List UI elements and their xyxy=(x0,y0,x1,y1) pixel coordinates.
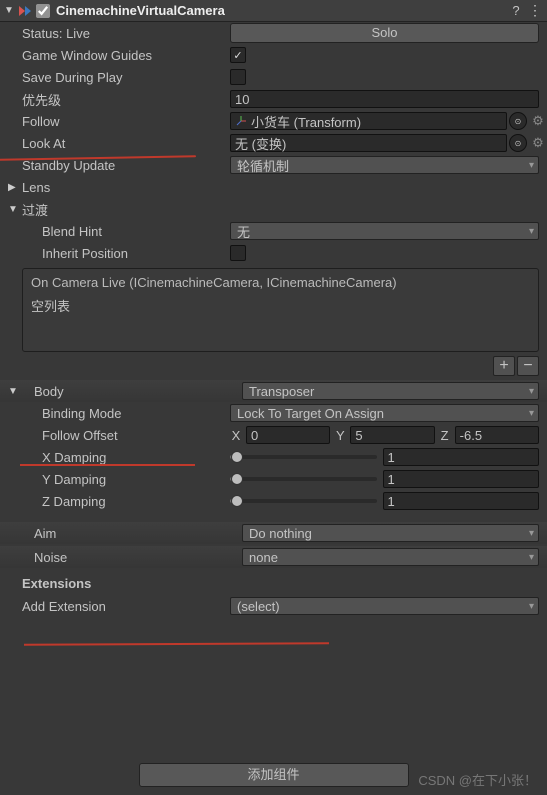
add-component-button[interactable]: 添加组件 xyxy=(139,763,409,787)
help-icon[interactable]: ? xyxy=(507,3,525,18)
status-row: Status: Live Solo xyxy=(0,22,547,44)
xdamp-label: X Damping xyxy=(0,450,230,465)
blendhint-label: Blend Hint xyxy=(0,224,230,239)
xdamp-value-input[interactable]: 1 xyxy=(383,448,540,466)
cinemachine-icon xyxy=(16,3,32,19)
zdamp-label: Z Damping xyxy=(0,494,230,509)
priority-label: 优先级 xyxy=(0,90,230,109)
inherit-label: Inherit Position xyxy=(0,246,230,261)
aim-dropdown[interactable]: Do nothing xyxy=(242,524,539,542)
offset-z-input[interactable]: -6.5 xyxy=(455,426,539,444)
aim-section-head: ▼ Aim Do nothing xyxy=(0,522,547,544)
add-extension-label: Add Extension xyxy=(0,599,230,614)
ydamp-row: Y Damping 1 xyxy=(0,468,547,490)
noise-dropdown[interactable]: none xyxy=(242,548,539,566)
lens-foldout[interactable]: ▶ xyxy=(8,182,20,193)
event-box: On Camera Live (ICinemachineCamera, ICin… xyxy=(22,268,539,352)
inherit-checkbox[interactable] xyxy=(230,245,246,261)
axis-y-label: Y xyxy=(334,428,346,443)
lookat-gear-icon[interactable]: ⚙ xyxy=(529,135,547,151)
watermark-text: CSDN @在下小张！ xyxy=(418,770,537,789)
guides-checkbox[interactable]: ✓ xyxy=(230,47,246,63)
binding-label: Binding Mode xyxy=(0,406,230,421)
body-section-head: ▼ Body Transposer xyxy=(0,380,547,402)
offset-label: Follow Offset xyxy=(0,428,230,443)
ydamp-value-input[interactable]: 1 xyxy=(383,470,540,488)
foldout-toggle[interactable]: ▼ xyxy=(4,5,16,16)
axis-z-label: Z xyxy=(439,428,451,443)
offset-x-input[interactable]: 0 xyxy=(246,426,330,444)
saveplay-checkbox[interactable] xyxy=(230,69,246,85)
context-menu-icon[interactable]: ⋮ xyxy=(525,2,543,19)
offset-y-input[interactable]: 5 xyxy=(350,426,434,444)
follow-gear-icon[interactable]: ⚙ xyxy=(529,113,547,129)
transitions-row: ▼ 过渡 xyxy=(0,198,547,220)
follow-picker-icon[interactable]: ⊙ xyxy=(509,112,527,130)
lookat-row: Look At 无 (变换) ⊙ ⚙ xyxy=(0,132,547,154)
zdamp-row: Z Damping 1 xyxy=(0,490,547,512)
status-label: Status: Live xyxy=(0,26,230,41)
event-title: On Camera Live (ICinemachineCamera, ICin… xyxy=(31,275,530,290)
add-extension-dropdown[interactable]: (select) xyxy=(230,597,539,615)
guides-label: Game Window Guides xyxy=(0,48,230,63)
event-plus-minus: + − xyxy=(8,356,539,376)
transitions-foldout[interactable]: ▼ xyxy=(8,204,20,215)
inherit-row: Inherit Position xyxy=(0,242,547,264)
extensions-header: Extensions xyxy=(0,576,547,591)
follow-target-value: 小货车 (Transform) xyxy=(251,112,361,131)
aim-underline xyxy=(24,642,329,646)
guides-row: Game Window Guides ✓ xyxy=(0,44,547,66)
body-label: Body xyxy=(20,384,242,399)
lookat-target-value: 无 (变换) xyxy=(235,134,286,153)
axis-x-label: X xyxy=(230,428,242,443)
lens-label: Lens xyxy=(20,180,58,195)
body-underline xyxy=(20,464,195,466)
standby-dropdown[interactable]: 轮循机制 xyxy=(230,156,539,174)
component-title: CinemachineVirtualCamera xyxy=(56,3,507,18)
noise-section-head: ▼ Noise none xyxy=(0,546,547,568)
solo-button[interactable]: Solo xyxy=(230,23,539,43)
zdamp-slider[interactable] xyxy=(230,499,377,503)
component-header: ▼ CinemachineVirtualCamera ? ⋮ xyxy=(0,0,547,22)
lookat-object-field[interactable]: 无 (变换) xyxy=(230,134,507,152)
body-mode-dropdown[interactable]: Transposer xyxy=(242,382,539,400)
event-add-button[interactable]: + xyxy=(493,356,515,376)
noise-label: Noise xyxy=(20,550,242,565)
transform-icon xyxy=(235,115,247,127)
binding-row: Binding Mode Lock To Target On Assign xyxy=(0,402,547,424)
lookat-picker-icon[interactable]: ⊙ xyxy=(509,134,527,152)
blendhint-row: Blend Hint 无 xyxy=(0,220,547,242)
lens-row: ▶ Lens xyxy=(0,176,547,198)
saveplay-row: Save During Play xyxy=(0,66,547,88)
body-foldout[interactable]: ▼ xyxy=(8,386,20,397)
ydamp-slider[interactable] xyxy=(230,477,377,481)
priority-row: 优先级 10 xyxy=(0,88,547,110)
enabled-checkbox[interactable] xyxy=(36,4,50,18)
follow-label: Follow xyxy=(0,114,230,129)
saveplay-label: Save During Play xyxy=(0,70,230,85)
ydamp-label: Y Damping xyxy=(0,472,230,487)
event-remove-button[interactable]: − xyxy=(517,356,539,376)
blendhint-dropdown[interactable]: 无 xyxy=(230,222,539,240)
lookat-label: Look At xyxy=(0,136,230,151)
transitions-label: 过渡 xyxy=(20,200,56,219)
add-extension-row: Add Extension (select) xyxy=(0,595,547,617)
follow-row: Follow 小货车 (Transform) ⊙ ⚙ xyxy=(0,110,547,132)
xdamp-slider[interactable] xyxy=(230,455,377,459)
priority-input[interactable]: 10 xyxy=(230,90,539,108)
aim-label: Aim xyxy=(20,526,242,541)
event-empty-text: 空列表 xyxy=(31,296,530,315)
binding-dropdown[interactable]: Lock To Target On Assign xyxy=(230,404,539,422)
zdamp-value-input[interactable]: 1 xyxy=(383,492,540,510)
offset-row: Follow Offset X 0 Y 5 Z -6.5 xyxy=(0,424,547,446)
follow-object-field[interactable]: 小货车 (Transform) xyxy=(230,112,507,130)
